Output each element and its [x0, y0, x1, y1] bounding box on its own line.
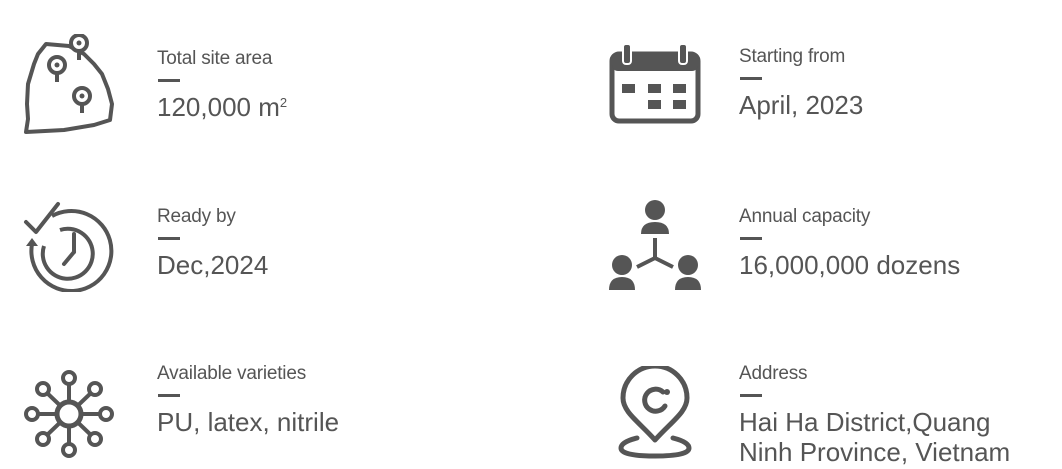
- stat-value: April, 2023: [739, 90, 864, 120]
- stat-label: Total site area: [157, 48, 273, 69]
- divider: [740, 77, 762, 80]
- divider: [740, 394, 762, 397]
- people-network-icon: [607, 200, 703, 292]
- clock-check-icon: [22, 200, 116, 292]
- calendar-icon: [609, 44, 701, 124]
- divider: [158, 237, 180, 240]
- stat-label: Starting from: [739, 46, 846, 67]
- stat-value: Dec,2024: [157, 250, 269, 280]
- divider: [740, 237, 762, 240]
- stat-value: PU, latex, nitrile: [157, 407, 340, 437]
- molecule-network-icon: [24, 370, 114, 458]
- stat-value: 16,000,000 dozens: [739, 250, 961, 280]
- divider: [158, 79, 180, 82]
- stat-label: Ready by: [157, 206, 236, 227]
- divider: [158, 394, 180, 397]
- address-line-2: Ninh Province, Vietnam: [739, 437, 1011, 467]
- map-pins-icon: [24, 34, 114, 136]
- address-line-1: Hai Ha District,Quang: [739, 407, 991, 437]
- stat-label: Available varieties: [157, 363, 306, 384]
- stat-label: Address: [739, 363, 808, 384]
- stat-value: 120,000 m2: [157, 92, 288, 122]
- location-pin-icon: [617, 366, 693, 460]
- stat-label: Annual capacity: [739, 206, 871, 227]
